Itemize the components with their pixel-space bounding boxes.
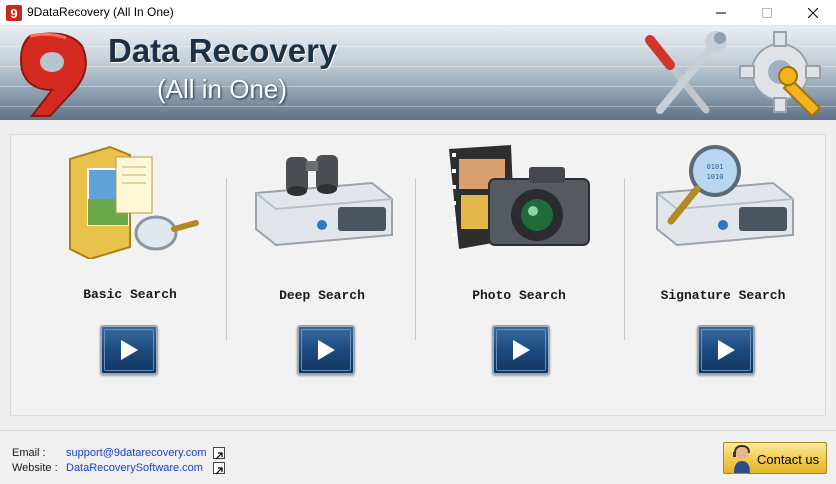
maximize-icon [762, 8, 772, 18]
play-icon [513, 340, 530, 360]
maximize-button[interactable] [744, 0, 790, 26]
svg-text:1010: 1010 [707, 173, 724, 181]
tools-icon [645, 31, 727, 114]
title-bar: 9 9DataRecovery (All In One) [0, 0, 836, 26]
website-label: Website : [12, 462, 58, 474]
email-label: Email : [12, 447, 46, 459]
external-link-icon [215, 452, 223, 460]
option-signature-search: 0101 1010 Signature Search [623, 135, 823, 417]
website-link[interactable]: DataRecoverySoftware.com [66, 462, 203, 474]
website-external-link-button[interactable] [213, 462, 225, 475]
svg-text:9: 9 [10, 6, 17, 21]
option-deep-search: Deep Search [222, 135, 422, 417]
contact-us-label: Contact us [757, 452, 820, 467]
external-link-icon [215, 467, 223, 475]
option-label: Photo Search [472, 288, 566, 303]
play-icon [121, 340, 138, 360]
minimize-button[interactable] [698, 0, 744, 26]
basic-search-start-button[interactable] [100, 325, 158, 375]
header-banner: Data Recovery (All in One) [0, 26, 836, 120]
app-logo [20, 32, 87, 117]
support-agent-icon [733, 445, 750, 473]
gear-wrench-icon [739, 31, 822, 118]
signature-search-start-button[interactable] [697, 325, 755, 375]
folder-magnifier-icon [69, 145, 199, 259]
drive-binoculars-icon [255, 155, 393, 247]
window-title: 9DataRecovery (All In One) [27, 5, 174, 19]
camera-film-icon [449, 145, 590, 249]
option-label: Signature Search [660, 288, 786, 303]
contact-us-button[interactable]: Contact us [723, 442, 827, 474]
close-button[interactable] [790, 0, 836, 26]
play-icon [718, 340, 735, 360]
option-label: Deep Search [279, 288, 365, 303]
option-label: Basic Search [83, 287, 177, 302]
drive-magnifier-icon: 0101 1010 [656, 145, 794, 247]
option-photo-search: Photo Search [419, 135, 619, 417]
app-icon: 9 [6, 5, 22, 21]
play-icon [318, 340, 335, 360]
deep-search-start-button[interactable] [297, 325, 355, 375]
minimize-icon [716, 12, 726, 14]
email-link[interactable]: support@9datarecovery.com [66, 447, 207, 459]
banner-title: Data Recovery [108, 32, 338, 69]
divider [415, 178, 416, 340]
svg-text:0101: 0101 [707, 163, 724, 171]
search-options-panel: Basic Search Deep Search Photo Search 01… [10, 134, 826, 416]
footer: Email : support@9datarecovery.com Websit… [0, 430, 836, 484]
photo-search-start-button[interactable] [492, 325, 550, 375]
option-basic-search: Basic Search [30, 135, 230, 417]
email-external-link-button[interactable] [213, 447, 225, 460]
close-icon [808, 8, 818, 18]
banner-subtitle: (All in One) [157, 74, 288, 104]
main-area: Basic Search Deep Search Photo Search 01… [0, 120, 836, 430]
